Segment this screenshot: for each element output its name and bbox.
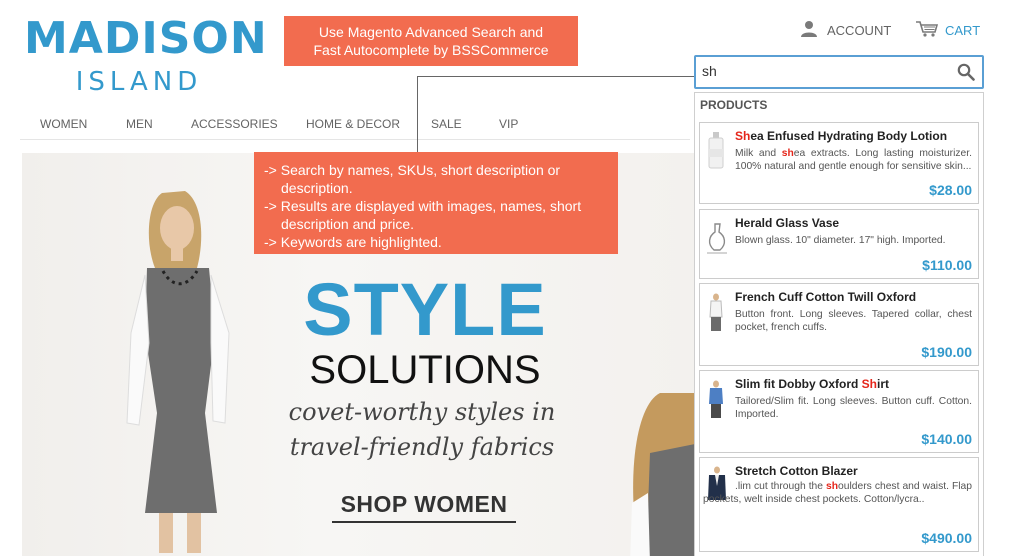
result-item[interactable]: Herald Glass Vase Blown glass. 10" diame…	[699, 209, 979, 279]
banner-tagline: covet-worthy styles in travel-friendly f…	[262, 395, 582, 465]
result-description: .lim cut through the shoulders chest and…	[703, 480, 972, 506]
result-price: $28.00	[929, 182, 972, 198]
result-name-highlight: Sh	[861, 377, 878, 391]
shop-women-link[interactable]: SHOP WOMEN	[332, 490, 516, 523]
result-item[interactable]: French Cuff Cotton Twill Oxford Button f…	[699, 283, 979, 366]
search-box	[694, 55, 984, 89]
result-desc-part: Blown glass. 10" diameter. 17" high. Imp…	[735, 235, 946, 246]
callout-feature-2: -> Results are displayed with images, na…	[264, 198, 582, 214]
nav-item-vip[interactable]: VIP	[499, 117, 518, 131]
result-name[interactable]: Stretch Cotton Blazer	[735, 464, 858, 478]
callout-connector-horizontal	[417, 76, 695, 77]
result-price: $490.00	[921, 530, 972, 546]
callout-feature-1-cont: description.	[281, 180, 353, 196]
result-desc-part: Button front. Long sleeves. Tapered coll…	[735, 309, 972, 333]
result-name-pre: Slim fit Dobby Oxford	[735, 377, 862, 391]
result-name-text: Herald Glass Vase	[735, 216, 840, 230]
main-nav: WOMEN MEN ACCESSORIES HOME & DECOR SALE …	[20, 110, 690, 140]
cart-link[interactable]: CART	[915, 20, 980, 41]
model-illustration-right	[630, 393, 695, 556]
banner-tagline-line2: travel-friendly fabrics	[289, 433, 555, 461]
result-price: $110.00	[922, 257, 972, 273]
callout-feature-2-cont: description and price.	[281, 216, 415, 232]
features-callout: -> Search by names, SKUs, short descript…	[254, 152, 618, 254]
result-name[interactable]: Slim fit Dobby Oxford Shirt	[735, 377, 889, 391]
result-description: Milk and shea extracts. Long lasting moi…	[735, 147, 972, 173]
nav-item-men[interactable]: MEN	[126, 117, 153, 131]
logo-sub-text: ISLAND	[75, 67, 203, 97]
callout-top-line1: Use Magento Advanced Search and	[318, 24, 544, 40]
model-illustration-left	[126, 191, 230, 553]
result-name[interactable]: French Cuff Cotton Twill Oxford	[735, 290, 916, 304]
nav-item-sale[interactable]: SALE	[431, 117, 462, 131]
dobby-shirt-icon	[709, 380, 723, 418]
result-desc-highlight: sh	[781, 148, 794, 159]
result-name-rest: ea Enfused Hydrating Body Lotion	[750, 129, 948, 143]
result-desc-highlight: sh	[826, 481, 839, 492]
user-icon	[800, 20, 818, 41]
result-description: Blown glass. 10" diameter. 17" high. Imp…	[735, 234, 972, 247]
account-link[interactable]: ACCOUNT	[800, 20, 891, 41]
result-name-highlight: Sh	[735, 129, 751, 143]
account-label: ACCOUNT	[827, 23, 892, 38]
callout-feature-3: -> Keywords are highlighted.	[264, 234, 442, 250]
banner-title: STYLE	[303, 268, 547, 351]
banner-subtitle: SOLUTIONS	[309, 348, 541, 392]
result-desc-part: .lim cut through the	[735, 481, 827, 492]
result-description: Button front. Long sleeves. Tapered coll…	[735, 308, 972, 334]
search-icon[interactable]	[957, 63, 975, 86]
result-desc-part: Tailored/Slim fit. Long sleeves. Button …	[735, 396, 972, 420]
result-price: $190.00	[921, 344, 972, 360]
result-name[interactable]: Herald Glass Vase	[735, 216, 839, 230]
logo-main-text: MADISON	[24, 13, 268, 64]
autocomplete-dropdown: PRODUCTS Shea Enfused Hydrating Body Lot…	[694, 92, 984, 556]
result-item[interactable]: Slim fit Dobby Oxford Shirt Tailored/Sli…	[699, 370, 979, 453]
cart-icon	[915, 20, 939, 41]
dropdown-heading: PRODUCTS	[700, 98, 768, 112]
result-item[interactable]: Stretch Cotton Blazer .lim cut through t…	[699, 457, 979, 552]
callout-connector-vertical	[417, 76, 418, 152]
result-description: Tailored/Slim fit. Long sleeves. Button …	[735, 395, 972, 421]
result-name-rest: irt	[877, 377, 890, 391]
oxford-shirt-icon	[709, 293, 723, 331]
result-name-text: Stretch Cotton Blazer	[735, 464, 858, 478]
lotion-bottle-icon	[708, 132, 724, 169]
callout-feature-1: -> Search by names, SKUs, short descript…	[264, 162, 561, 178]
glass-vase-icon	[707, 223, 727, 254]
banner-tagline-line1: covet-worthy styles in	[288, 398, 556, 426]
result-name[interactable]: Shea Enfused Hydrating Body Lotion	[735, 129, 947, 143]
callout-top-line2: Fast Autocomplete by BSSCommerce	[313, 42, 549, 58]
promo-callout-top: Use Magento Advanced Search and Fast Aut…	[284, 16, 578, 66]
result-item[interactable]: Shea Enfused Hydrating Body Lotion Milk …	[699, 122, 979, 204]
nav-item-home-decor[interactable]: HOME & DECOR	[306, 117, 400, 131]
result-name-text: French Cuff Cotton Twill Oxford	[735, 290, 917, 304]
cart-label: CART	[945, 23, 981, 38]
result-price: $140.00	[921, 431, 972, 447]
nav-item-women[interactable]: WOMEN	[40, 117, 87, 131]
result-desc-part: Milk and	[735, 148, 782, 159]
nav-item-accessories[interactable]: ACCESSORIES	[191, 117, 278, 131]
search-input[interactable]	[702, 63, 942, 79]
store-logo[interactable]: MADISON ISLAND	[24, 13, 268, 98]
